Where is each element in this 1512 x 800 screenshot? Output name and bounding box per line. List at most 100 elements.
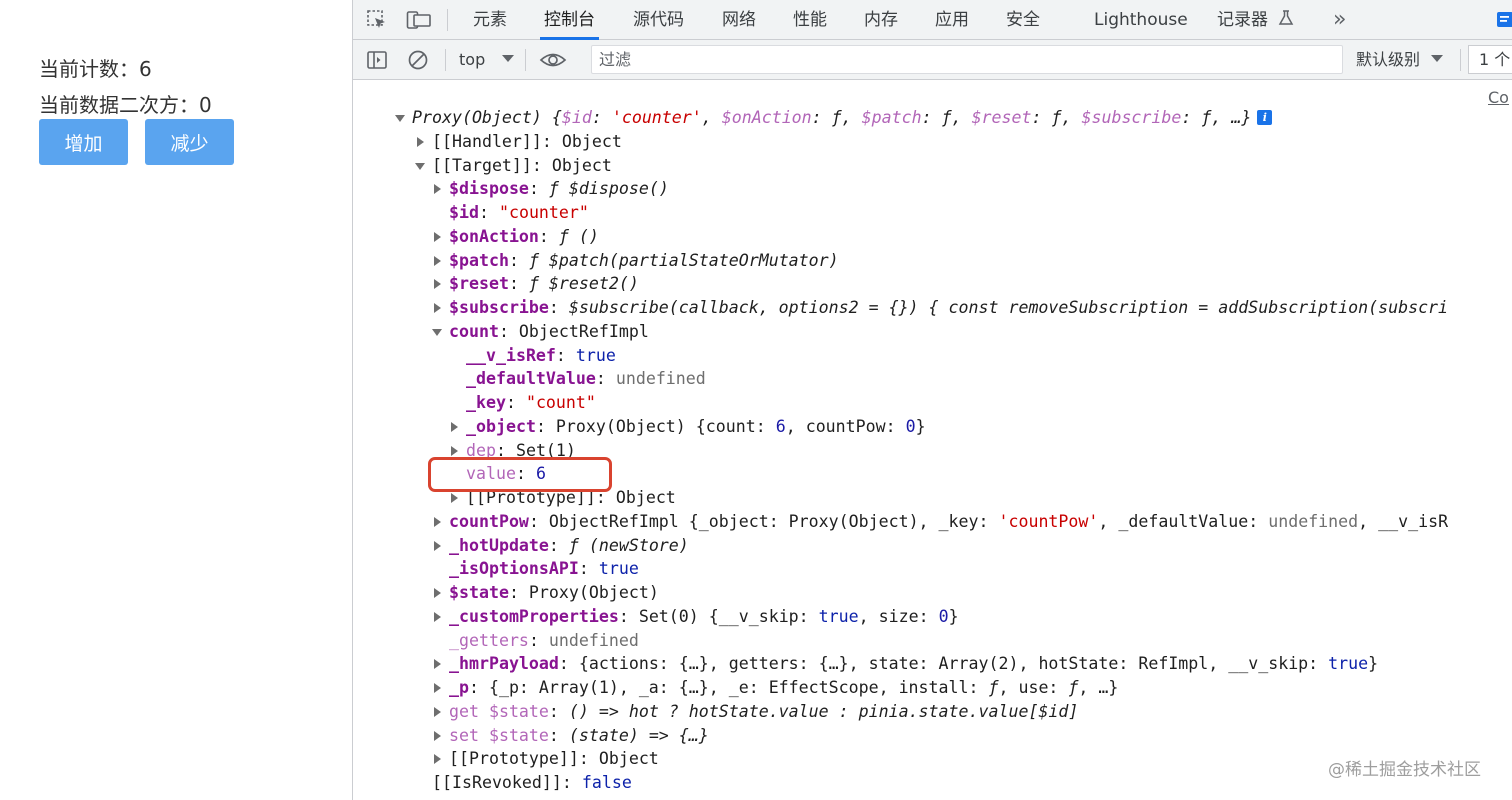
tree-token: : Set(1) [495, 440, 576, 460]
sidebar-toggle-icon[interactable] [365, 48, 389, 72]
collapsed-arrow-icon[interactable] [434, 611, 441, 622]
tab-elements[interactable]: 元素 [473, 0, 507, 40]
get-state-row[interactable]: get $state: () => hot ? hotState.value :… [449, 700, 1078, 724]
tab-security[interactable]: 安全 [1006, 0, 1040, 40]
tab-network[interactable]: 网络 [722, 0, 756, 40]
tree-token: $subscribe [449, 298, 549, 317]
tree-token: () => hot ? hotState.value : pinia.state… [568, 701, 1079, 721]
tab-memory[interactable]: 内存 [864, 0, 898, 40]
tree-token: ƒ $reset2() [528, 274, 639, 294]
context-selector[interactable]: top [459, 40, 515, 80]
hmr-payload-row[interactable]: _hmrPayload: {actions: {…}, getters: {…}… [449, 652, 1378, 676]
p-row[interactable]: _p: {_p: Array(1), _a: {…}, _e: EffectSc… [449, 676, 1118, 700]
collapsed-arrow-icon[interactable] [451, 421, 458, 432]
tree-token: : {_p: Array(1), _a: {…}, _e: EffectScop… [468, 678, 989, 697]
root-object-row[interactable]: Proxy(Object) {$id: 'counter', $onAction… [412, 106, 1273, 130]
collapsed-arrow-icon[interactable] [417, 136, 424, 147]
watermark: @稀土掘金技术社区 [1328, 760, 1481, 780]
tree-token: : [1031, 108, 1052, 127]
onaction-row[interactable]: $onAction: ƒ () [449, 225, 599, 249]
issues-count-button[interactable]: 1 个 [1468, 45, 1512, 74]
tab-application[interactable]: 应用 [935, 0, 969, 40]
tree-token: , _defaultValue: [1098, 511, 1269, 531]
clear-console-icon[interactable] [406, 48, 430, 72]
tree-token: : Proxy(Object) [508, 583, 659, 602]
set-state-row[interactable]: set $state: (state) => {…} [449, 724, 709, 748]
tree-token: : [538, 226, 559, 246]
tree-token: , …} [1211, 108, 1252, 127]
tree-token: count [449, 321, 499, 341]
expanded-arrow-icon[interactable] [395, 115, 405, 122]
tab-recorder[interactable]: 记录器 [1217, 0, 1295, 40]
decrease-button[interactable]: 减少 [145, 119, 234, 165]
tree-token: true [818, 606, 859, 626]
collapsed-arrow-icon[interactable] [434, 255, 441, 266]
tree-token: : [548, 701, 569, 721]
reset-row[interactable]: $reset: ƒ $reset2() [449, 272, 639, 296]
tree-token: : Proxy(Object) {count: [535, 416, 776, 436]
tab-performance[interactable]: 性能 [793, 0, 827, 40]
expanded-arrow-icon[interactable] [432, 328, 442, 336]
collapsed-arrow-icon[interactable] [434, 231, 441, 242]
collapsed-arrow-icon[interactable] [434, 184, 441, 195]
collapsed-arrow-icon[interactable] [434, 279, 441, 290]
dispose-row[interactable]: $dispose: ƒ $dispose() [449, 177, 669, 201]
source-link[interactable]: Co [1488, 86, 1509, 110]
tree-token: ƒ [988, 678, 999, 697]
custom-properties-row[interactable]: _customProperties: Set(0) {__v_skip: tru… [449, 605, 959, 629]
more-tabs-icon[interactable]: » [1333, 0, 1346, 40]
collapsed-arrow-icon[interactable] [434, 659, 441, 670]
console-filter-input[interactable]: 过滤 [591, 45, 1343, 74]
collapsed-arrow-icon[interactable] [434, 754, 441, 765]
count-text: 当前计数：6 [39, 57, 152, 81]
handler-row[interactable]: [[Handler]]: Object [432, 130, 622, 154]
tree-token: : [528, 630, 549, 650]
inspect-element-icon[interactable] [365, 8, 389, 32]
collapsed-arrow-icon[interactable] [434, 683, 441, 693]
device-toolbar-icon[interactable] [406, 8, 432, 32]
collapsed-arrow-icon[interactable] [434, 303, 441, 313]
toolbar-divider [525, 49, 526, 71]
tree-token: , [841, 108, 862, 127]
tab-console[interactable]: 控制台 [540, 0, 599, 40]
collapsed-arrow-icon[interactable] [434, 516, 441, 527]
countpow-row[interactable]: countPow: ObjectRefImpl {_object: Proxy(… [449, 510, 1448, 534]
collapsed-arrow-icon[interactable] [451, 445, 458, 456]
target-row[interactable]: [[Target]]: Object [432, 154, 612, 178]
info-icon[interactable]: i [1257, 110, 1273, 125]
log-level-selector[interactable]: 默认级别 [1356, 40, 1444, 80]
tree-token: undefined [1268, 511, 1359, 531]
increase-button[interactable]: 增加 [39, 119, 128, 165]
object-row[interactable]: _object: Proxy(Object) {count: 6, countP… [466, 415, 926, 439]
tree-token: ƒ $dispose() [548, 179, 669, 199]
patch-row[interactable]: $patch: ƒ $patch(partialStateOrMutator) [449, 249, 839, 273]
issues-badge-icon[interactable] [1493, 10, 1512, 30]
count-prototype-row[interactable]: [[Prototype]]: Object [466, 486, 676, 510]
dep-row[interactable]: dep: Set(1) [466, 439, 576, 463]
collapsed-arrow-icon[interactable] [434, 730, 441, 741]
tree-token: $reset [449, 274, 509, 294]
tree-token: { [551, 108, 562, 127]
collapsed-arrow-icon[interactable] [451, 493, 458, 503]
tab-lighthouse[interactable]: Lighthouse [1094, 0, 1188, 40]
key-row: _key: "count" [466, 391, 596, 415]
collapsed-arrow-icon[interactable] [434, 588, 441, 598]
tree-token: $reset [971, 108, 1032, 127]
toolbar-divider [445, 49, 446, 71]
collapsed-arrow-icon[interactable] [434, 706, 441, 717]
target-prototype-row[interactable]: [[Prototype]]: Object [449, 747, 659, 771]
tree-token: ƒ (newStore) [568, 535, 689, 555]
tab-sources[interactable]: 源代码 [633, 0, 684, 40]
context-label: top [459, 50, 486, 69]
tree-token: true [1328, 654, 1369, 674]
expanded-arrow-icon[interactable] [415, 162, 425, 170]
tree-token: : Object [531, 155, 612, 175]
live-expression-eye-icon[interactable] [539, 48, 567, 72]
state-row[interactable]: $state: Proxy(Object) [449, 581, 659, 605]
count-row[interactable]: count: ObjectRefImpl [449, 320, 649, 344]
hotupdate-row[interactable]: _hotUpdate: ƒ (newStore) [449, 534, 689, 558]
subscribe-row[interactable]: $subscribe: $subscribe(callback, options… [449, 296, 1448, 320]
tree-token: $patch [449, 250, 509, 270]
collapsed-arrow-icon[interactable] [434, 540, 441, 551]
tree-token: : [528, 179, 549, 199]
